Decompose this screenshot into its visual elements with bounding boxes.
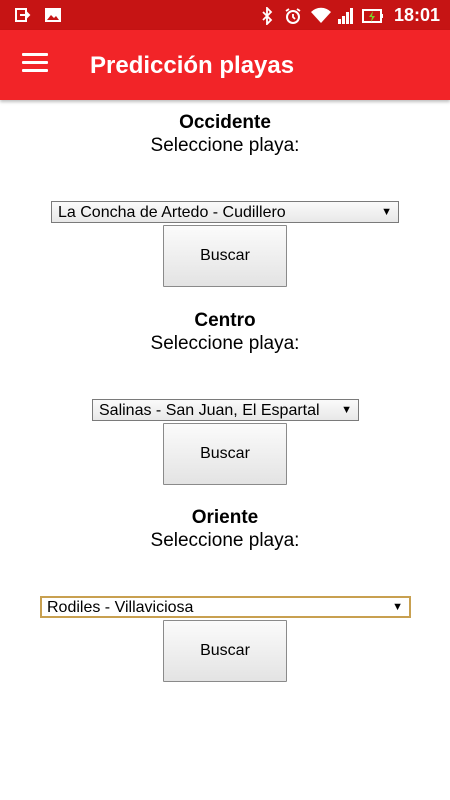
dropdown-arrow-icon: ▼ (381, 206, 392, 218)
select-prompt: Seleccione playa: (150, 333, 300, 354)
image-notification-icon (44, 6, 62, 24)
section-oriente: Oriente Seleccione playa: (0, 507, 450, 552)
dropdown-arrow-icon: ▼ (392, 601, 403, 613)
wifi-icon (310, 7, 331, 25)
usb-transfer-icon (14, 6, 32, 24)
selected-beach: Salinas - San Juan, El Espartal (99, 402, 320, 419)
app-bar: Predicción playas (0, 30, 450, 100)
app-title: Predicción playas (90, 52, 295, 79)
region-heading: Occidente (179, 112, 271, 133)
region-heading: Centro (194, 310, 256, 331)
cell-signal-icon (336, 7, 354, 25)
status-time: 18:01 (393, 5, 440, 25)
bluetooth-icon (258, 5, 276, 26)
beach-select-occidente[interactable]: La Concha de Artedo - Cudillero ▼ (51, 201, 399, 223)
selected-beach: Rodiles - Villaviciosa (47, 599, 194, 616)
alarm-icon (284, 7, 302, 25)
section-centro: Centro Seleccione playa: (0, 310, 450, 355)
battery-charging-icon (361, 7, 383, 25)
buscar-button-oriente[interactable]: Buscar (163, 620, 287, 682)
select-prompt: Seleccione playa: (150, 530, 300, 551)
region-heading: Oriente (191, 507, 259, 528)
beach-select-oriente[interactable]: Rodiles - Villaviciosa ▼ (40, 596, 411, 618)
hamburger-menu-icon[interactable] (22, 53, 48, 75)
selected-beach: La Concha de Artedo - Cudillero (58, 204, 286, 221)
beach-select-centro[interactable]: Salinas - San Juan, El Espartal ▼ (92, 399, 359, 421)
status-bar: 18:01 (0, 0, 450, 30)
select-prompt: Seleccione playa: (150, 135, 300, 156)
section-occidente: Occidente Seleccione playa: (0, 112, 450, 157)
buscar-button-occidente[interactable]: Buscar (163, 225, 287, 287)
buscar-button-centro[interactable]: Buscar (163, 423, 287, 485)
dropdown-arrow-icon: ▼ (341, 404, 352, 416)
